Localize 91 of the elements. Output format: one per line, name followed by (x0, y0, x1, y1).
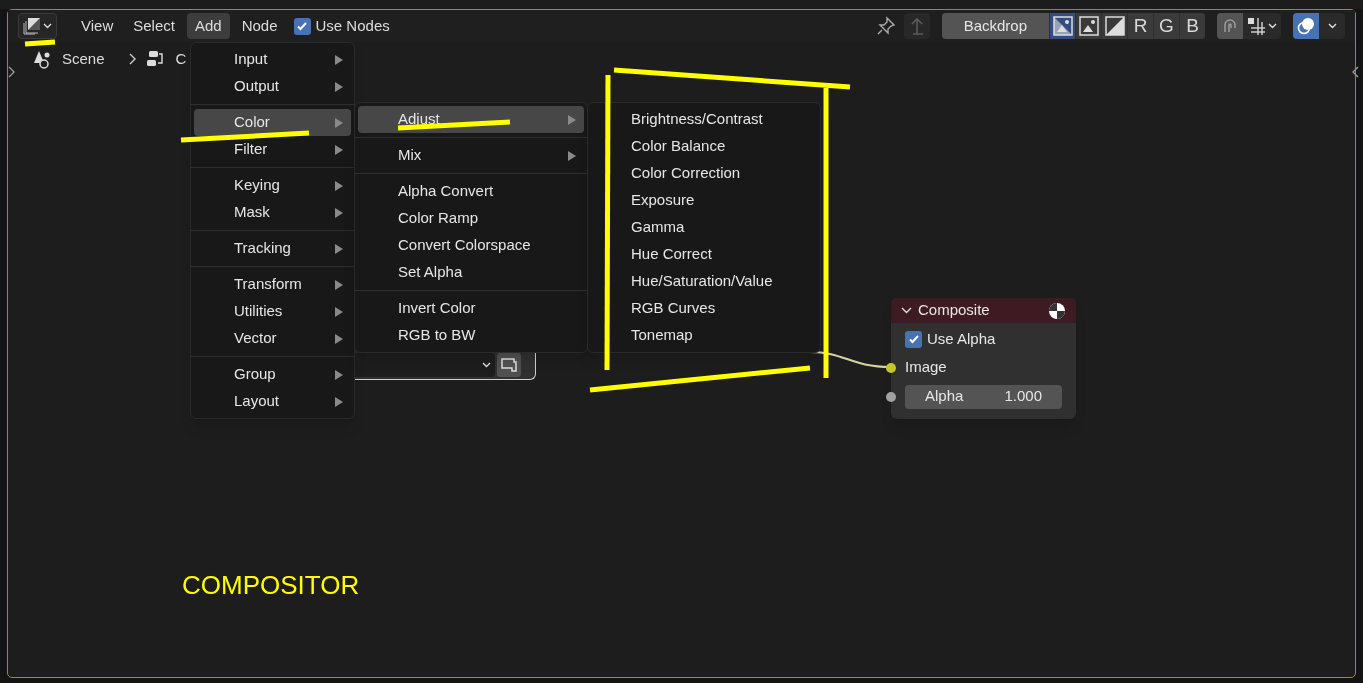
submenu-arrow-icon (335, 333, 343, 344)
submenu-arrow-icon (335, 180, 343, 191)
backdrop-button[interactable]: Backdrop (941, 13, 1049, 39)
breadcrumb-item: C (175, 48, 187, 69)
caret-icon (1268, 23, 1277, 29)
submenu-arrow-icon (335, 81, 343, 92)
checkbox[interactable] (293, 17, 311, 35)
menu-item[interactable]: Transform (194, 271, 351, 298)
menu-item[interactable]: Color (194, 109, 351, 136)
node-title: Composite (918, 300, 991, 321)
image-stack-icon (23, 17, 41, 35)
submenu-arrow-icon (335, 306, 343, 317)
parent-node-tree-button[interactable] (903, 13, 930, 39)
submenu-arrow-icon (335, 279, 343, 290)
caret-icon (1327, 23, 1337, 29)
menu-item[interactable]: Output (194, 73, 351, 100)
breadcrumb-item: Scene (62, 48, 105, 69)
menu-item[interactable]: Convert Colorspace (358, 232, 584, 259)
menu-item[interactable]: Vector (194, 325, 351, 352)
menu-item[interactable]: Color Ramp (358, 205, 584, 232)
submenu-arrow-icon (335, 117, 343, 128)
grid-snap-icon (1247, 17, 1265, 35)
menu-item[interactable]: Gamma (591, 214, 817, 241)
editor-type-button[interactable] (18, 13, 57, 39)
menu-item[interactable]: Mix (358, 142, 584, 169)
film-icon[interactable] (497, 353, 521, 377)
alpha-icon (1104, 16, 1125, 36)
overlays-toggle[interactable] (1293, 13, 1319, 39)
menu-item[interactable]: RGB to BW (358, 322, 584, 349)
socket-label: Image (905, 357, 947, 378)
submenu-arrow-icon (335, 243, 343, 254)
menu-item[interactable]: Hue Correct (591, 241, 817, 268)
checkbox[interactable] (905, 330, 922, 348)
annotation-stroke (24, 39, 56, 47)
menu-button[interactable]: Add (186, 13, 230, 39)
check-icon (296, 20, 308, 32)
backdrop-mode-toggle[interactable] (1101, 13, 1127, 39)
backdrop-mode-toggle[interactable]: B (1179, 13, 1205, 39)
menu-item[interactable]: Brightness/Contrast (591, 106, 817, 133)
menu-button[interactable]: Node (233, 13, 286, 39)
backdrop-mode-toggle[interactable] (1049, 13, 1075, 39)
submenu-arrow-icon (335, 396, 343, 407)
scene-icon (32, 49, 52, 69)
image-icon (1078, 16, 1099, 36)
menu-item[interactable]: Utilities (194, 298, 351, 325)
menu-item[interactable]: Invert Color (358, 295, 584, 322)
caret-icon (43, 23, 52, 29)
menu-item[interactable]: Input (194, 46, 351, 73)
annotation-label: COMPOSITOR (182, 569, 360, 602)
menu-item[interactable]: Layout (194, 388, 351, 415)
overlay-circles-icon (1296, 16, 1316, 36)
value-field[interactable]: Alpha 1.000 (905, 384, 1062, 409)
checkbox-label: Use Nodes (315, 15, 390, 36)
collapse-chevron-icon[interactable] (901, 307, 912, 314)
menu-item[interactable]: Alpha Convert (358, 178, 584, 205)
input-socket[interactable] (886, 391, 896, 402)
magnet-icon (1221, 17, 1239, 35)
image-alpha-icon (1052, 16, 1073, 36)
submenu-arrow-icon (335, 144, 343, 155)
menu-item[interactable]: Color Balance (591, 133, 817, 160)
menu-item[interactable]: RGB Curves (591, 295, 817, 322)
submenu-arrow-icon (335, 207, 343, 218)
snap-toggle[interactable] (1217, 13, 1243, 39)
menu-button[interactable]: View (73, 13, 122, 39)
pin-icon[interactable] (875, 16, 896, 36)
submenu-arrow-icon (335, 369, 343, 380)
menu-item[interactable]: Adjust (358, 106, 584, 133)
menu-item[interactable]: Mask (194, 199, 351, 226)
backdrop-mode-toggle[interactable] (1075, 13, 1101, 39)
chevron-right-icon (128, 53, 136, 65)
node-tree-icon (145, 49, 166, 69)
sidebar-toggle-icon[interactable] (1352, 66, 1359, 78)
input-socket[interactable] (886, 362, 896, 373)
menu-item[interactable]: Exposure (591, 187, 817, 214)
output-icon (1048, 301, 1066, 320)
submenu-arrow-icon (335, 54, 343, 65)
submenu-arrow-icon (568, 114, 576, 125)
sidebar-toggle-icon[interactable] (8, 66, 15, 78)
submenu-arrow-icon (568, 150, 576, 161)
caret-icon[interactable] (482, 362, 491, 368)
menu-item[interactable]: Group (194, 361, 351, 388)
menu-button[interactable]: Select (125, 13, 183, 39)
menu-item[interactable]: Keying (194, 172, 351, 199)
check-icon (907, 333, 920, 345)
checkbox-label: Use Alpha (927, 328, 996, 349)
menu-item[interactable]: Filter (194, 136, 351, 163)
menu-item[interactable]: Tonemap (591, 322, 817, 349)
menu-item[interactable]: Set Alpha (358, 259, 584, 286)
menu-item[interactable]: Hue/Saturation/Value (591, 268, 817, 295)
menu-item[interactable]: Tracking (194, 235, 351, 262)
menu-item[interactable]: Color Correction (591, 160, 817, 187)
